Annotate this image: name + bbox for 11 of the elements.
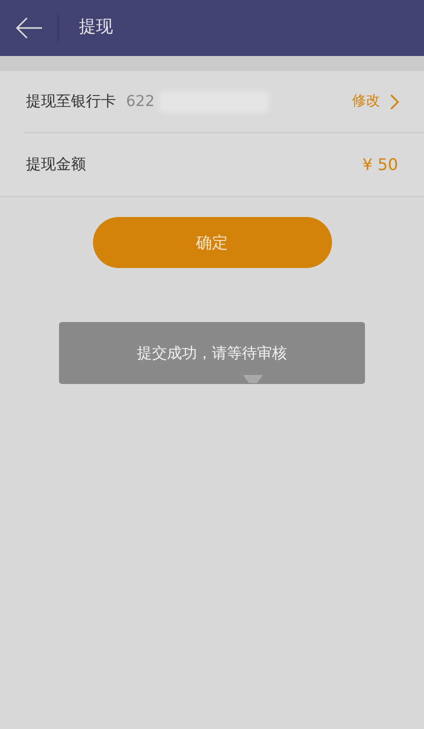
amount-value: ¥ 50 [362,154,398,176]
confirm-button[interactable]: 确定 [92,217,332,268]
back-arrow-icon [15,16,43,40]
card-number: 622 [126,91,155,112]
toast-message: 提交成功，请等待审核 [137,342,287,364]
page-title: 提现 [79,16,113,40]
row-label: 提现金额 [26,154,86,176]
chevron-right-icon [390,94,400,110]
down-triangle-icon [243,375,263,384]
row-label: 提现至银行卡 [26,91,116,112]
edit-link[interactable]: 修改 [352,91,380,112]
